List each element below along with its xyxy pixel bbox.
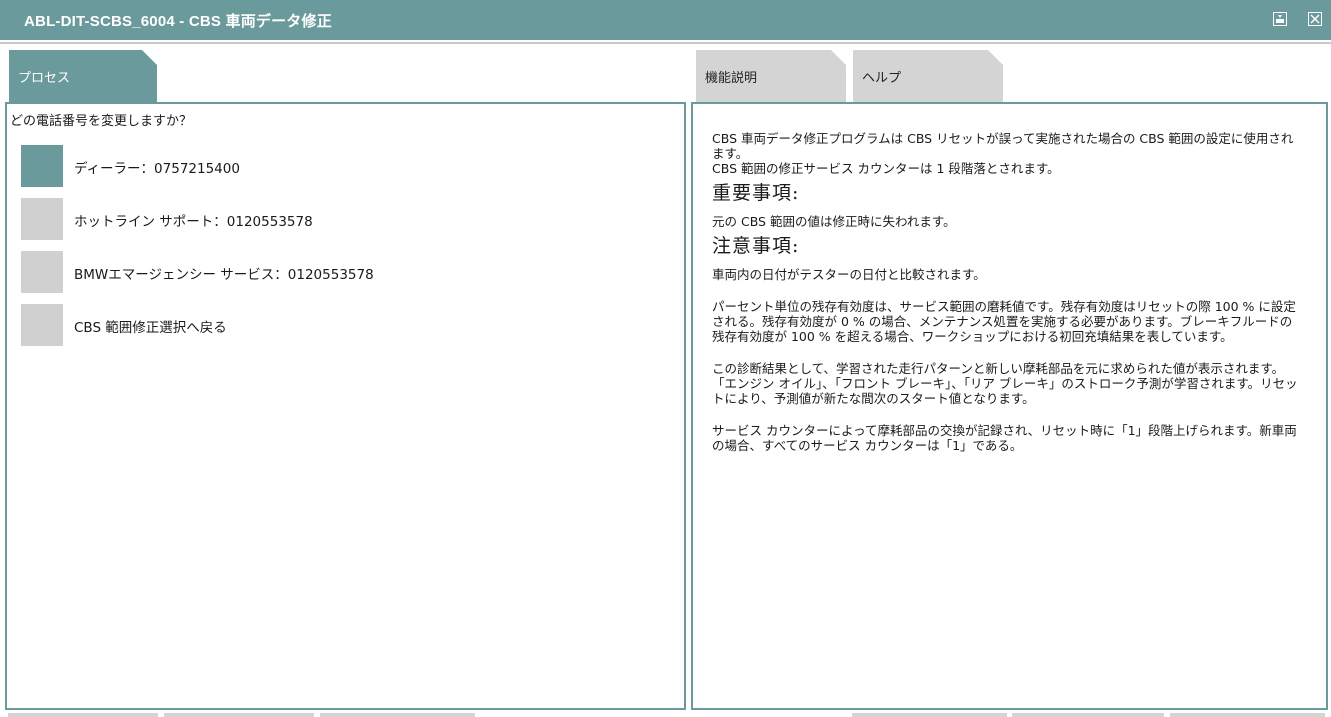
help-intro-2: CBS 範囲の修正サービス カウンターは 1 段階落とされます。 [712,161,1060,176]
important-heading: 重要事項: [712,182,800,204]
option-label[interactable]: ホットライン サポート：0120553578 [74,210,313,230]
window-title: ABL-DIT-SCBS_6004 - CBS 車両データ修正 [24,13,332,30]
process-question: どの電話番号を変更しますか？ [10,114,193,129]
bottom-button-4[interactable] [852,713,1007,717]
title-divider [0,42,1331,44]
option-bmw-emergency-service[interactable]: BMWエマージェンシー サービス：0120553578 [21,251,661,293]
help-text: CBS 車両データ修正プログラムは CBS リセットが誤って実施された場合の C… [712,131,1302,470]
bottom-button-5[interactable] [1012,713,1164,717]
minimize-icon[interactable] [1273,12,1287,26]
option-select-box[interactable] [21,198,63,240]
note-paragraph-3: この診断結果として、学習された走行パターンと新しい摩耗部品を元に求められた値が表… [712,361,1298,406]
option-select-box[interactable] [21,251,63,293]
tab-function-description[interactable]: 機能説明 [696,50,846,102]
option-back-to-cbs-selection[interactable]: CBS 範囲修正選択へ戻る [21,304,661,346]
option-label[interactable]: CBS 範囲修正選択へ戻る [74,316,227,336]
important-text: 元の CBS 範囲の値は修正時に失われます。 [712,214,956,229]
close-icon[interactable] [1308,12,1322,26]
tab-help[interactable]: ヘルプ [853,50,1003,102]
bottom-button-6[interactable] [1170,713,1325,717]
title-bar: ABL-DIT-SCBS_6004 - CBS 車両データ修正 [0,0,1331,40]
option-select-box[interactable] [21,145,63,187]
bottom-button-2[interactable] [164,713,314,717]
help-panel: CBS 車両データ修正プログラムは CBS リセットが誤って実施された場合の C… [691,102,1328,710]
process-panel: どの電話番号を変更しますか？ ディーラー：0757215400 ホットライン サ… [5,102,686,710]
note-paragraph-4: サービス カウンターによって摩耗部品の交換が記録され、リセット時に「1」段階上げ… [712,423,1297,453]
option-select-box[interactable] [21,304,63,346]
bottom-button-3[interactable] [320,713,475,717]
tab-process[interactable]: プロセス [9,50,157,102]
note-heading: 注意事項: [712,235,800,257]
option-dealer[interactable]: ディーラー：0757215400 [21,145,661,187]
option-hotline-support[interactable]: ホットライン サポート：0120553578 [21,198,661,240]
help-intro-1: CBS 車両データ修正プログラムは CBS リセットが誤って実施された場合の C… [712,131,1294,161]
note-paragraph-2: パーセント単位の残存有効度は、サービス範囲の磨耗値です。残存有効度はリセットの際… [712,299,1296,344]
note-paragraph-1: 車両内の日付がテスターの日付と比較されます。 [712,267,986,282]
option-label[interactable]: ディーラー：0757215400 [74,157,240,177]
bottom-button-1[interactable] [8,713,158,717]
option-label[interactable]: BMWエマージェンシー サービス：0120553578 [74,263,374,283]
